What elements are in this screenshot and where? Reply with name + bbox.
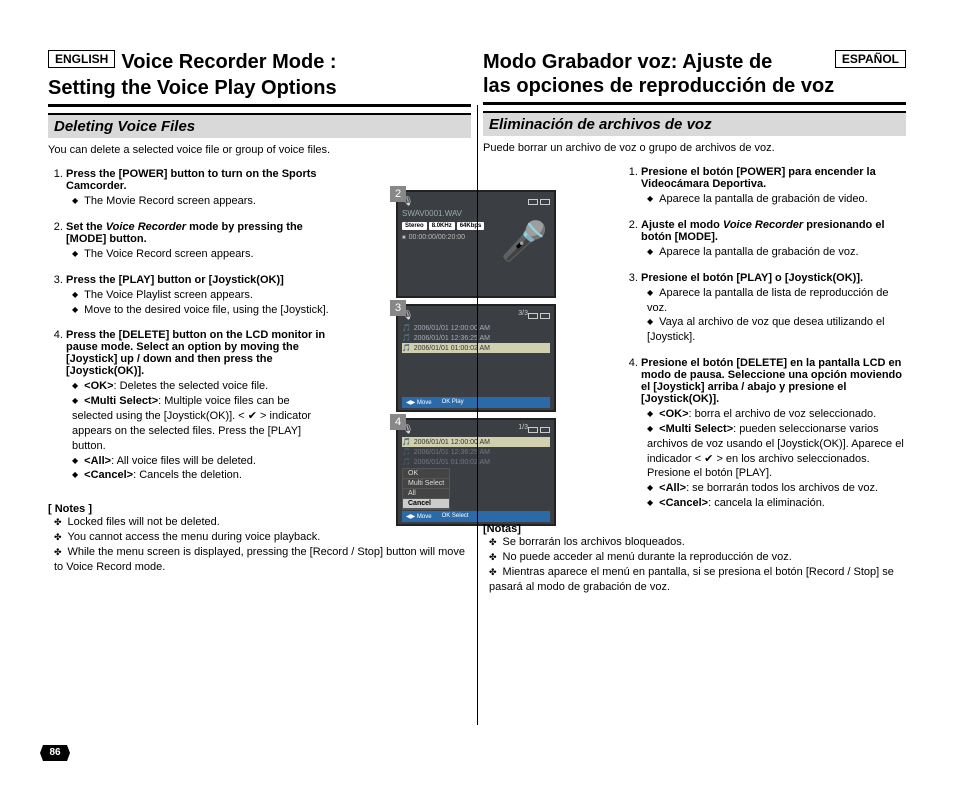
step-1-es: Presione el botón [POWER] para encender … — [641, 166, 906, 207]
step-4-es: Presione el botón [DELETE] en la pantall… — [641, 357, 906, 511]
menu-item-cancel: Cancel — [403, 499, 449, 509]
step-1-title: Press the [POWER] button to turn on the … — [66, 168, 317, 192]
step-2-en: Set the Voice Recorder mode by pressing … — [66, 221, 330, 262]
page-number: 86 — [40, 745, 70, 761]
step-4-bullet-cancel: <Cancel>: Cancels the deletion. — [72, 468, 330, 483]
title-en-line2: Setting the Voice Play Options — [48, 76, 471, 100]
lcd-4-callout: 4 — [390, 414, 406, 430]
step-3-title: Press the [PLAY] button or [Joystick(OK)… — [66, 274, 284, 286]
rule-en — [48, 104, 471, 107]
footer-select: OK Select — [442, 513, 469, 520]
pill-rate: 8.0KHz — [429, 222, 455, 230]
step-1-bullet-1: The Movie Record screen appears. — [72, 194, 330, 209]
manual-page: ENGLISH Voice Recorder Mode : Setting th… — [0, 0, 954, 785]
title-en-line1: Voice Recorder Mode : — [121, 50, 336, 74]
delete-menu: OK Multi Select All Cancel — [402, 468, 450, 510]
rule-es — [483, 102, 906, 105]
footer-move: ◀▶ Move — [406, 399, 432, 406]
step-4-en: Press the [DELETE] button on the LCD mon… — [66, 329, 330, 483]
pill-stereo: Stereo — [402, 222, 427, 230]
title-es-line1: Modo Grabador voz: Ajuste de — [483, 50, 835, 74]
step-1-en: Press the [POWER] button to turn on the … — [66, 168, 330, 209]
title-es-line2: las opciones de reproducción de voz — [483, 74, 906, 98]
step-2-es: Ajuste el modo Voice Recorder presionand… — [641, 219, 906, 260]
step-3-bullet-2: Move to the desired voice file, using th… — [72, 303, 330, 318]
subhead-es: Eliminación de archivos de voz — [483, 111, 906, 136]
title-row-es: Modo Grabador voz: Ajuste de ESPAÑOL — [483, 50, 906, 74]
step-4-bullet-all: <All>: All voice files will be deleted. — [72, 454, 330, 469]
step-4-title: Press the [DELETE] button on the LCD mon… — [66, 329, 325, 377]
footer-play: OK Play — [442, 399, 464, 406]
lang-badge-english: ENGLISH — [48, 50, 115, 68]
steps-en: Press the [POWER] button to turn on the … — [48, 168, 330, 495]
step-3-bullet-1: The Voice Playlist screen appears. — [72, 288, 330, 303]
step-3-en: Press the [PLAY] button or [Joystick(OK)… — [66, 274, 330, 318]
steps-es-wrap: Presione el botón [POWER] para encender … — [483, 166, 906, 511]
note-1-es: Se borrarán los archivos bloqueados. — [489, 535, 906, 550]
lcd-2-callout: 2 — [390, 186, 406, 202]
notes-es: Se borrarán los archivos bloqueados. No … — [483, 535, 906, 594]
footer-move: ◀▶ Move — [406, 513, 432, 520]
spanish-column: Modo Grabador voz: Ajuste de ESPAÑOL las… — [477, 50, 906, 765]
step-3-es: Presione el botón [PLAY] o [Joystick(OK)… — [641, 272, 906, 345]
intro-es: Puede borrar un archivo de voz o grupo d… — [483, 142, 906, 154]
note-2-en: You cannot access the menu during voice … — [54, 530, 471, 545]
title-row-en: ENGLISH Voice Recorder Mode : — [48, 50, 471, 74]
menu-item-ok: OK — [403, 469, 449, 479]
note-3-es: Mientras aparece el menú en pantalla, si… — [489, 565, 906, 595]
menu-item-multi: Multi Select — [403, 479, 449, 489]
intro-en: You can delete a selected voice file or … — [48, 144, 471, 156]
step-4-bullet-ok: <OK>: Deletes the selected voice file. — [72, 379, 330, 394]
note-2-es: No puede acceder al menú durante la repr… — [489, 550, 906, 565]
menu-item-all: All — [403, 489, 449, 499]
notes-heading-es: [Notas] — [483, 523, 906, 535]
step-4-bullet-multi: <Multi Select>: Multiple voice files can… — [72, 394, 330, 453]
note-3-en: While the menu screen is displayed, pres… — [54, 545, 471, 575]
subhead-en: Deleting Voice Files — [48, 113, 471, 138]
steps-es: Presione el botón [POWER] para encender … — [623, 166, 906, 511]
lcd-3-callout: 3 — [390, 300, 406, 316]
step-2-bullet-1: The Voice Record screen appears. — [72, 247, 330, 262]
step-2-title: Set the Voice Recorder mode by pressing … — [66, 221, 303, 245]
lang-badge-spanish: ESPAÑOL — [835, 50, 906, 68]
